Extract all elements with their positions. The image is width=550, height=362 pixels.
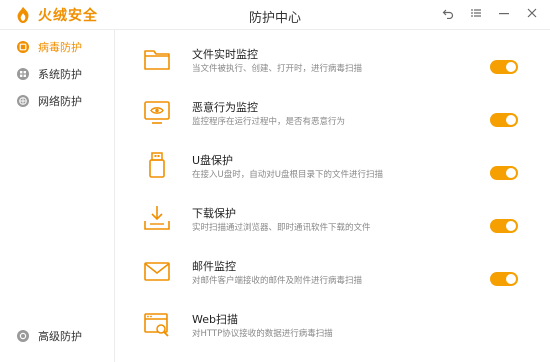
title-bar: 火绒安全 防护中心 <box>0 0 550 30</box>
virus-shield-icon <box>17 41 29 53</box>
usb-drive-icon <box>149 152 165 178</box>
protection-description: 对HTTP协议接收的数据进行病毒扫描 <box>192 329 333 339</box>
list-item: 邮件监控 对邮件客户端接收的邮件及附件进行病毒扫描 <box>116 248 550 300</box>
sidebar-item-label: 系统防护 <box>38 68 82 81</box>
protection-description: 实时扫描通过浏览器、即时通讯软件下载的文件 <box>192 223 371 233</box>
protection-title: 恶意行为监控 <box>192 101 258 114</box>
list-item: U盘保护 在接入U盘时，自动对U盘根目录下的文件进行扫描 <box>116 142 550 194</box>
file-monitor-toggle[interactable] <box>490 60 518 74</box>
system-grid-icon <box>17 68 29 80</box>
folder-icon <box>144 50 170 70</box>
web-scan-icon <box>144 313 169 337</box>
monitor-eye-icon <box>144 101 170 124</box>
protection-description: 对邮件客户端接收的邮件及附件进行病毒扫描 <box>192 276 363 286</box>
brand-name: 火绒安全 <box>38 8 98 24</box>
mail-monitor-toggle[interactable] <box>490 272 518 286</box>
protection-title: 邮件监控 <box>192 260 236 273</box>
sidebar-item-label: 高级防护 <box>38 330 82 343</box>
mail-icon <box>144 262 170 281</box>
behavior-monitor-toggle[interactable] <box>490 113 518 127</box>
sidebar-item-network-protection[interactable]: 网络防护 <box>16 89 82 113</box>
download-protection-toggle[interactable] <box>490 219 518 233</box>
close-icon[interactable] <box>524 5 540 21</box>
protection-description: 在接入U盘时，自动对U盘根目录下的文件进行扫描 <box>192 170 383 180</box>
sidebar-item-label: 网络防护 <box>38 95 82 108</box>
globe-icon <box>17 95 29 107</box>
usb-protection-toggle[interactable] <box>490 166 518 180</box>
sidebar: 病毒防护 系统防护 网络防护 高级防护 <box>0 30 115 362</box>
list-item: 恶意行为监控 监控程序在运行过程中，是否有恶意行为 <box>116 89 550 141</box>
sidebar-item-system-protection[interactable]: 系统防护 <box>16 62 82 86</box>
advanced-icon <box>17 330 29 342</box>
list-item: Web扫描 对HTTP协议接收的数据进行病毒扫描 <box>116 301 550 353</box>
protection-title: U盘保护 <box>192 154 234 167</box>
minimize-icon[interactable] <box>496 5 512 21</box>
sidebar-item-label: 病毒防护 <box>38 41 82 54</box>
protection-title: 文件实时监控 <box>192 48 258 61</box>
protection-description: 监控程序在运行过程中，是否有恶意行为 <box>192 117 346 127</box>
menu-icon[interactable] <box>468 5 484 21</box>
protection-title: Web扫描 <box>192 313 238 326</box>
list-item: 下载保护 实时扫描通过浏览器、即时通讯软件下载的文件 <box>116 195 550 247</box>
window-controls <box>440 5 540 21</box>
back-icon[interactable] <box>440 5 456 21</box>
sidebar-item-advanced-protection[interactable]: 高级防护 <box>16 324 82 348</box>
sidebar-item-virus-protection[interactable]: 病毒防护 <box>16 35 82 59</box>
list-item: 文件实时监控 当文件被执行、创建、打开时，进行病毒扫描 <box>116 36 550 88</box>
brand: 火绒安全 <box>14 4 98 26</box>
protection-title: 下载保护 <box>192 207 236 220</box>
huorong-logo-icon <box>17 6 29 24</box>
protection-center-window: 火绒安全 防护中心 病毒防护 系统防护 网络防护 高级防护 文件实时监控 当文件… <box>0 0 550 362</box>
download-tray-icon <box>144 206 170 230</box>
protection-list: 文件实时监控 当文件被执行、创建、打开时，进行病毒扫描 恶意行为监控 监控程序在… <box>116 30 550 362</box>
protection-description: 当文件被执行、创建、打开时，进行病毒扫描 <box>192 64 363 74</box>
